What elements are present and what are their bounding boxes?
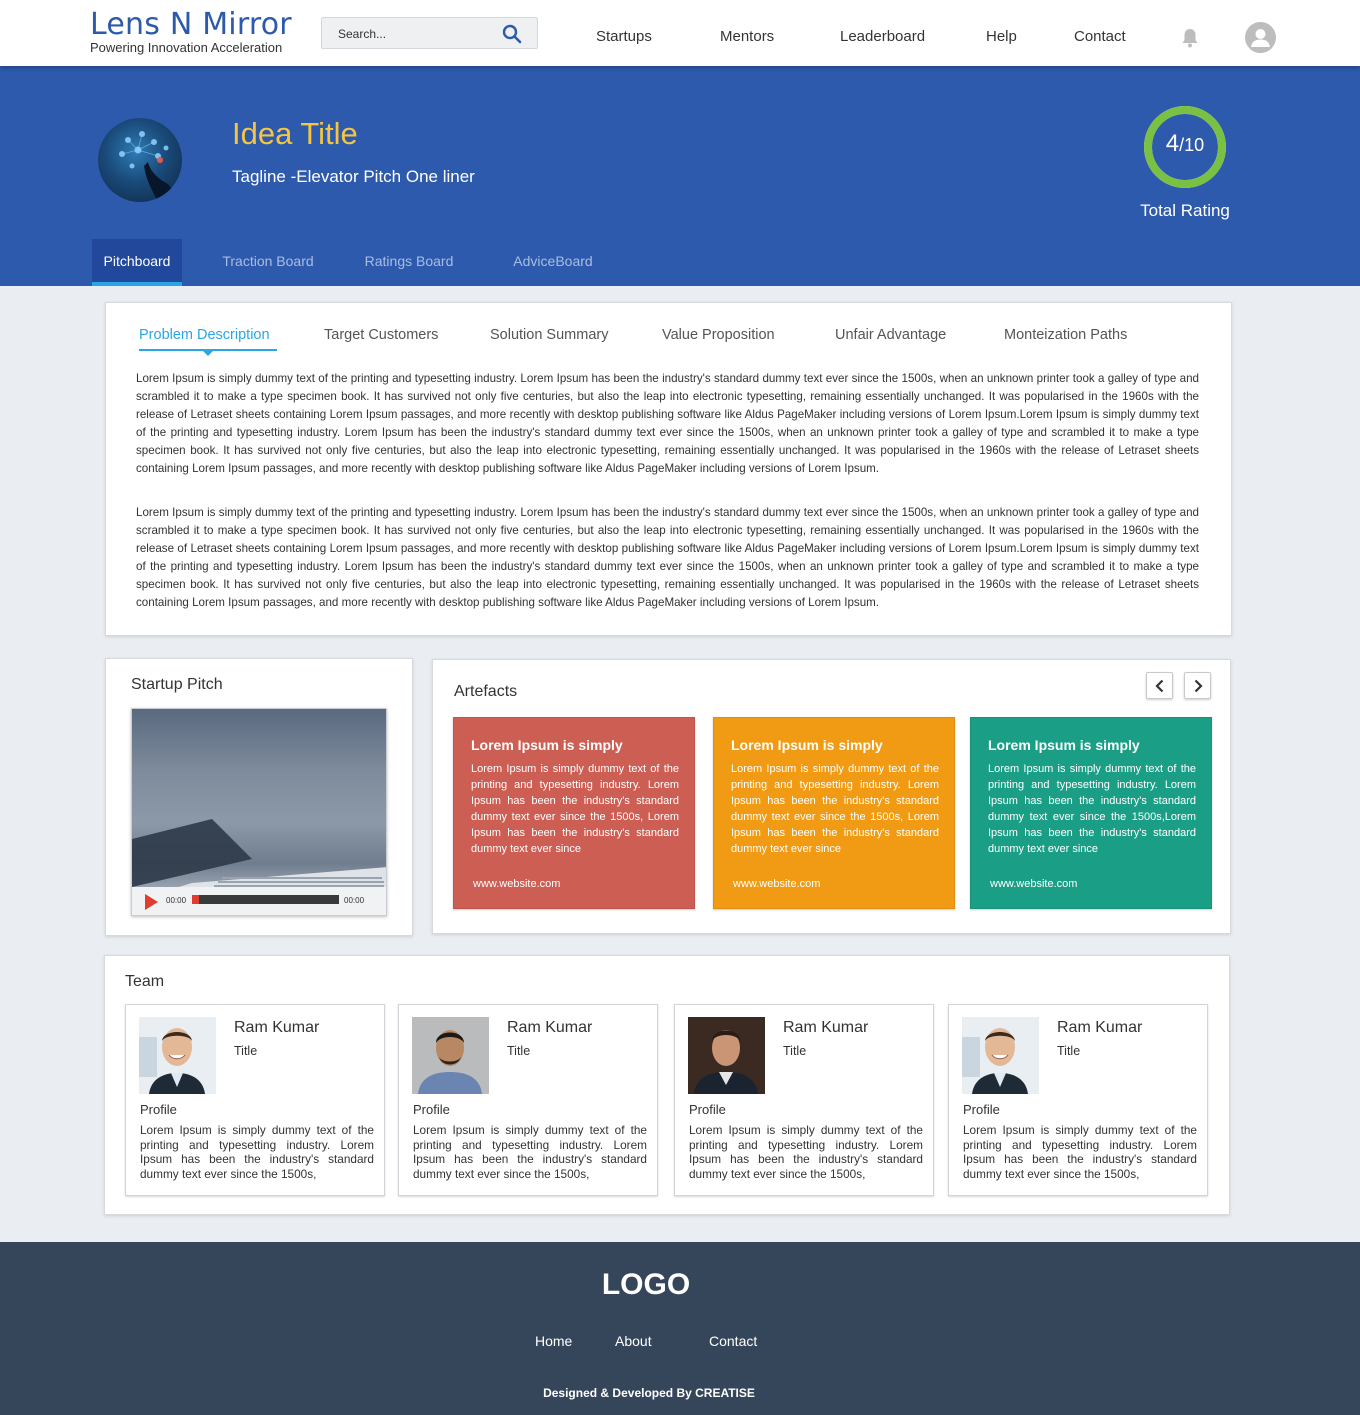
team-member-card[interactable]: Ram Kumar Title Profile Lorem Ipsum is s… bbox=[398, 1004, 658, 1196]
nav-mentors[interactable]: Mentors bbox=[720, 28, 774, 45]
team-panel: Team Ram Kumar Title Profile Lorem Ipsum… bbox=[104, 955, 1230, 1215]
member-photo bbox=[139, 1017, 216, 1094]
subtab-solution-summary[interactable]: Solution Summary bbox=[490, 327, 608, 343]
member-photo bbox=[688, 1017, 765, 1094]
subtab-caret-icon bbox=[203, 351, 213, 356]
problem-panel: Problem Description Target Customers Sol… bbox=[105, 302, 1232, 636]
brand[interactable]: Lens N Mirror Powering Innovation Accele… bbox=[90, 8, 292, 56]
member-name: Ram Kumar bbox=[234, 1019, 320, 1036]
video-time-total: 00:00 bbox=[344, 896, 365, 905]
artefacts-next-button[interactable] bbox=[1184, 672, 1211, 699]
subtab-monetization-paths[interactable]: Monteization Paths bbox=[1004, 327, 1127, 343]
artefact-card[interactable]: Lorem Ipsum is simply Lorem Ipsum is sim… bbox=[970, 717, 1212, 909]
subtab-value-proposition[interactable]: Value Proposition bbox=[662, 327, 775, 343]
footer-link-contact[interactable]: Contact bbox=[709, 1333, 757, 1349]
artefacts-prev-button[interactable] bbox=[1146, 672, 1173, 699]
tab-traction-board[interactable]: Traction Board bbox=[210, 239, 326, 286]
member-photo bbox=[412, 1017, 489, 1094]
member-bio: Lorem Ipsum is simply dummy text of the … bbox=[140, 1123, 374, 1181]
artefact-link[interactable]: www.website.com bbox=[733, 878, 820, 890]
brand-title[interactable]: Lens N Mirror bbox=[90, 8, 292, 42]
subtab-unfair-advantage[interactable]: Unfair Advantage bbox=[835, 327, 946, 343]
member-profile-label: Profile bbox=[963, 1102, 1000, 1117]
member-title: Title bbox=[234, 1044, 258, 1058]
problem-paragraph: Lorem Ipsum is simply dummy text of the … bbox=[136, 372, 1199, 475]
footer-link-about[interactable]: About bbox=[615, 1333, 652, 1349]
team-title: Team bbox=[125, 973, 165, 990]
nav-leaderboard[interactable]: Leaderboard bbox=[840, 28, 925, 45]
artefact-card[interactable]: Lorem Ipsum is simply Lorem Ipsum is sim… bbox=[453, 717, 695, 909]
video-thumbnail bbox=[132, 819, 386, 889]
video-controls: 00:00 00:00 bbox=[132, 887, 386, 915]
video-time-current: 00:00 bbox=[166, 896, 187, 905]
rating-label: Total Rating bbox=[1140, 201, 1230, 220]
artefact-link[interactable]: www.website.com bbox=[473, 878, 560, 890]
bell-icon[interactable] bbox=[1180, 27, 1200, 49]
pitch-video-player[interactable]: 00:00 00:00 bbox=[131, 708, 387, 916]
top-navbar: Lens N Mirror Powering Innovation Accele… bbox=[0, 0, 1360, 66]
member-name: Ram Kumar bbox=[507, 1019, 593, 1036]
search-box bbox=[321, 17, 538, 49]
member-name: Ram Kumar bbox=[783, 1019, 869, 1036]
artefact-body: Lorem Ipsum is simply dummy text of the … bbox=[471, 763, 679, 855]
artefact-body: Lorem Ipsum is simply dummy text of the … bbox=[988, 763, 1196, 855]
video-progress-bar[interactable] bbox=[192, 895, 339, 904]
member-bio: Lorem Ipsum is simply dummy text of the … bbox=[413, 1123, 647, 1181]
artefacts-panel: Artefacts Lorem Ipsum is simply Lorem Ip… bbox=[432, 659, 1231, 934]
brand-subtitle: Powering Innovation Acceleration bbox=[90, 40, 283, 55]
footer-credit: Designed & Developed By CREATISE bbox=[543, 1386, 755, 1400]
artefact-title: Lorem Ipsum is simply bbox=[471, 737, 623, 753]
play-icon[interactable] bbox=[145, 894, 158, 910]
video-progress-fill bbox=[192, 895, 200, 904]
user-avatar-icon[interactable] bbox=[1245, 22, 1276, 53]
member-name: Ram Kumar bbox=[1057, 1019, 1143, 1036]
footer-logo[interactable]: LOGO bbox=[0, 1268, 1292, 1302]
team-member-card[interactable]: Ram Kumar Title Profile Lorem Ipsum is s… bbox=[674, 1004, 934, 1196]
search-icon[interactable] bbox=[502, 24, 522, 44]
tab-ratings-board[interactable]: Ratings Board bbox=[353, 239, 465, 286]
member-title: Title bbox=[507, 1044, 531, 1058]
footer-link-home[interactable]: Home bbox=[535, 1333, 572, 1349]
chevron-right-icon bbox=[1194, 679, 1203, 693]
member-profile-label: Profile bbox=[140, 1102, 177, 1117]
member-title: Title bbox=[783, 1044, 807, 1058]
rating-max: /10 bbox=[1179, 135, 1205, 155]
member-photo bbox=[962, 1017, 1039, 1094]
tab-pitchboard[interactable]: Pitchboard bbox=[92, 239, 182, 286]
startup-pitch-title: Startup Pitch bbox=[131, 676, 223, 693]
footer: LOGO Home About Contact Designed & Devel… bbox=[0, 1242, 1360, 1415]
artefact-title: Lorem Ipsum is simply bbox=[988, 737, 1140, 753]
startup-pitch-panel: Startup Pitch 00:00 00:00 bbox=[105, 658, 413, 936]
subtab-target-customers[interactable]: Target Customers bbox=[324, 327, 438, 343]
problem-paragraph: Lorem Ipsum is simply dummy text of the … bbox=[136, 506, 1199, 609]
idea-header: Idea Title Tagline -Elevator Pitch One l… bbox=[0, 66, 1360, 286]
team-member-card[interactable]: Ram Kumar Title Profile Lorem Ipsum is s… bbox=[948, 1004, 1208, 1196]
chevron-left-icon bbox=[1155, 679, 1164, 693]
member-title: Title bbox=[1057, 1044, 1081, 1058]
artefact-title: Lorem Ipsum is simply bbox=[731, 737, 883, 753]
artefacts-title: Artefacts bbox=[454, 683, 518, 700]
artefact-card[interactable]: Lorem Ipsum is simply Lorem Ipsum is sim… bbox=[713, 717, 955, 909]
idea-tagline: Tagline -Elevator Pitch One liner bbox=[232, 167, 475, 186]
member-bio: Lorem Ipsum is simply dummy text of the … bbox=[963, 1123, 1197, 1181]
tab-adviceboard[interactable]: AdviceBoard bbox=[500, 239, 606, 286]
rating-value: 4/10 bbox=[1142, 130, 1228, 158]
member-profile-label: Profile bbox=[413, 1102, 450, 1117]
nav-startups[interactable]: Startups bbox=[596, 28, 652, 45]
team-member-card[interactable]: Ram Kumar Title Profile Lorem Ipsum is s… bbox=[125, 1004, 385, 1196]
member-bio: Lorem Ipsum is simply dummy text of the … bbox=[689, 1123, 923, 1181]
artefact-link[interactable]: www.website.com bbox=[990, 878, 1077, 890]
idea-title: Idea Title bbox=[232, 116, 358, 151]
rating-number: 4 bbox=[1165, 130, 1180, 157]
subtab-problem-description[interactable]: Problem Description bbox=[139, 327, 270, 343]
nav-contact[interactable]: Contact bbox=[1074, 28, 1126, 45]
artefact-body: Lorem Ipsum is simply dummy text of the … bbox=[731, 763, 939, 855]
idea-logo bbox=[98, 118, 182, 202]
member-profile-label: Profile bbox=[689, 1102, 726, 1117]
nav-help[interactable]: Help bbox=[986, 28, 1017, 45]
search-input[interactable] bbox=[332, 24, 492, 44]
